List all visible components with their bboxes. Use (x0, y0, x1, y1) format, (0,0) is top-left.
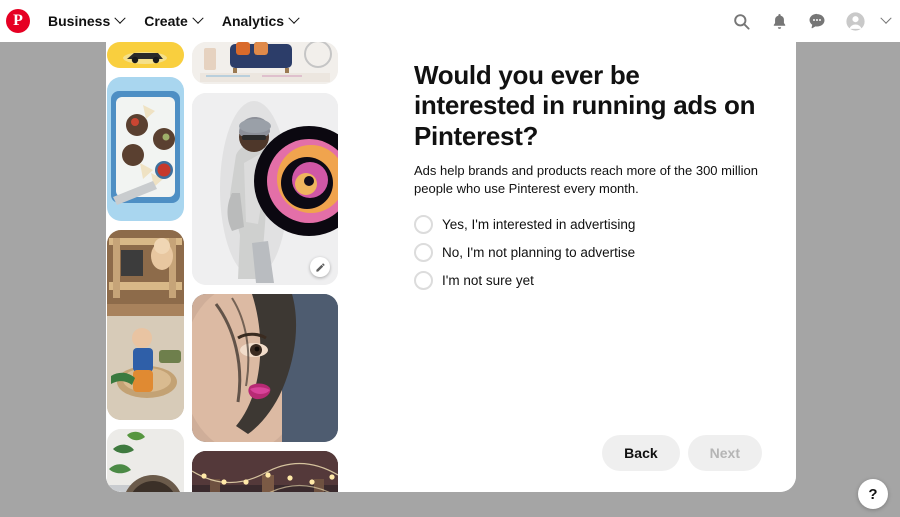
toy-playroom-pin[interactable] (107, 230, 184, 420)
radio-option-no-label: No, I'm not planning to advertise (442, 245, 636, 261)
blue-sofa-room-pin[interactable] (192, 42, 338, 84)
chevron-down-icon[interactable] (880, 12, 892, 24)
nav-item-analytics-label: Analytics (221, 13, 285, 29)
man-walking-spiral-pin[interactable] (192, 93, 338, 285)
chevron-down-icon (192, 12, 204, 24)
radio-option-unsure[interactable]: I'm not sure yet (414, 271, 534, 291)
search-icon[interactable] (730, 10, 752, 32)
radio-circle-icon[interactable] (414, 243, 433, 263)
avatar-icon[interactable] (844, 10, 866, 32)
radio-group: Yes, I'm interested in advertising No, I… (414, 215, 762, 291)
nav-item-create-label: Create (144, 13, 188, 29)
radio-circle-icon[interactable] (414, 215, 433, 235)
onboarding-modal: Would you ever be interested in running … (106, 42, 796, 492)
yellow-car-pin[interactable] (107, 42, 184, 68)
nav-item-business[interactable]: Business (38, 7, 134, 35)
nav-item-create[interactable]: Create (134, 7, 212, 35)
radio-option-unsure-label: I'm not sure yet (442, 273, 534, 289)
nav-item-business-label: Business (48, 13, 111, 29)
radio-option-yes[interactable]: Yes, I'm interested in advertising (414, 215, 636, 235)
portrait-woman-pin[interactable] (192, 294, 338, 442)
page-title: Would you ever be interested in running … (414, 60, 756, 151)
collage-column-right (192, 42, 338, 492)
top-navigation-bar: P Business Create Analytics (0, 0, 900, 42)
chat-bubble-icon[interactable] (806, 10, 828, 32)
next-button[interactable]: Next (687, 435, 762, 471)
radio-circle-icon[interactable] (414, 271, 433, 291)
salad-bowl-pin[interactable] (107, 429, 184, 492)
back-button[interactable]: Back (602, 435, 680, 471)
pinterest-logo-icon[interactable]: P (6, 9, 30, 33)
help-button[interactable]: ? (858, 479, 888, 509)
subtitle-text: Ads help brands and products reach more … (414, 163, 758, 197)
chevron-down-icon (288, 12, 300, 24)
pencil-icon[interactable] (310, 257, 330, 277)
radio-option-no[interactable]: No, I'm not planning to advertise (414, 243, 636, 263)
nav-item-analytics[interactable]: Analytics (212, 7, 308, 35)
radio-option-yes-label: Yes, I'm interested in advertising (442, 217, 636, 233)
collage-column-left (107, 42, 184, 492)
modal-actions: Back Next (602, 435, 762, 471)
nav-right-group (730, 10, 900, 32)
bell-icon[interactable] (768, 10, 790, 32)
chevron-down-icon (114, 12, 126, 24)
nav-left-group: P Business Create Analytics (0, 7, 308, 35)
string-lights-pin[interactable] (192, 451, 338, 492)
food-platter-pin[interactable] (107, 77, 184, 221)
pin-collage (106, 42, 338, 492)
survey-pane: Would you ever be interested in running … (338, 42, 796, 492)
